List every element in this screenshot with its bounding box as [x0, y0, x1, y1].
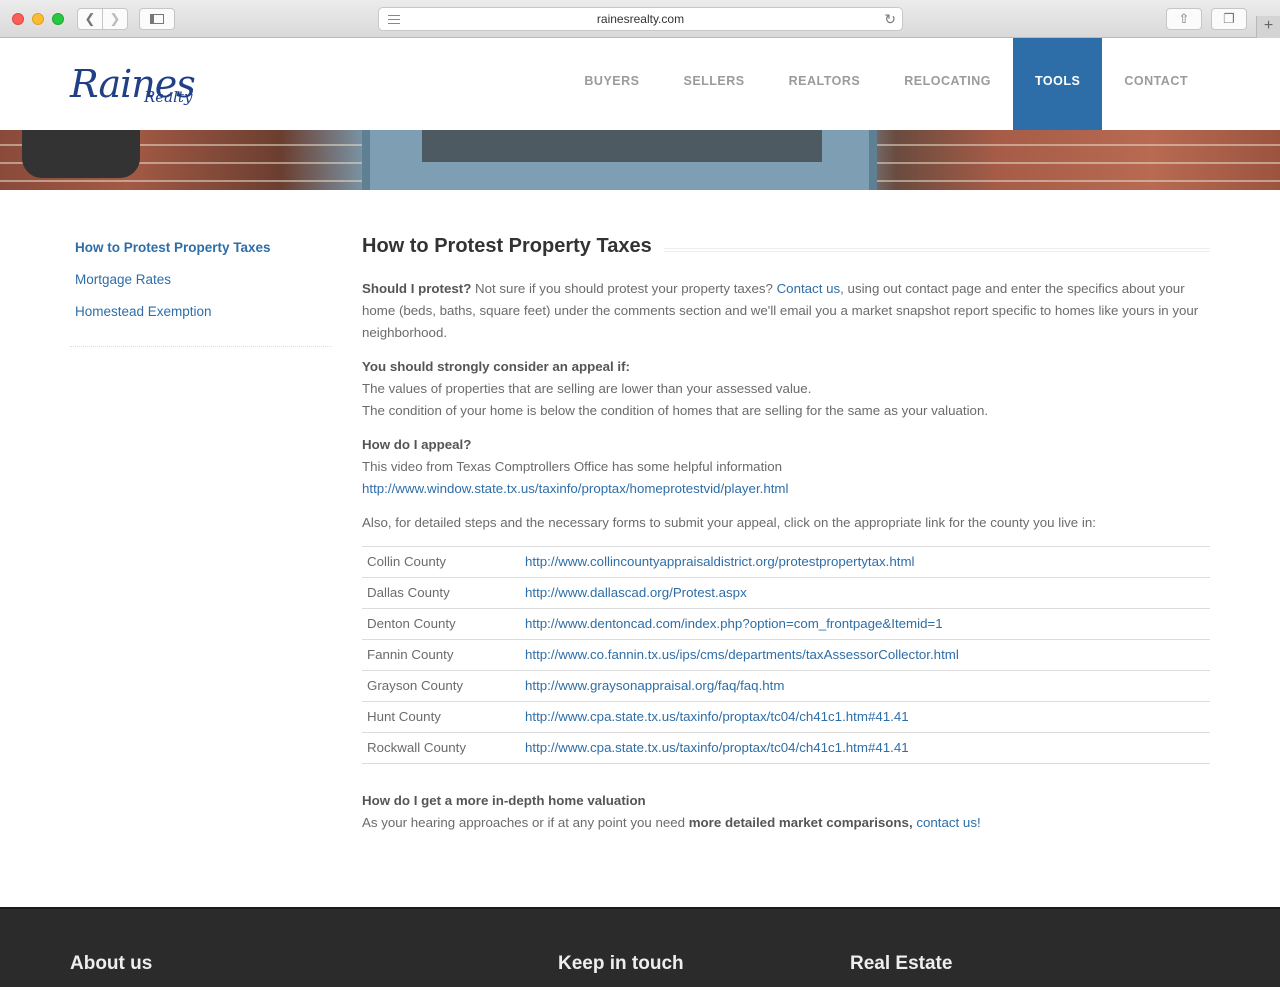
nav-realtors[interactable]: REALTORS — [767, 38, 883, 130]
county-link[interactable]: http://www.collincountyappraisaldistrict… — [525, 547, 1210, 578]
county-name: Dallas County — [367, 585, 450, 600]
share-icon: ⇧ — [1178, 11, 1190, 26]
county-link[interactable]: http://www.graysonappraisal.org/faq/faq.… — [525, 671, 1210, 702]
appeal-lead: You should strongly consider an appeal i… — [362, 359, 630, 374]
chevron-right-icon: ❯ — [109, 11, 121, 26]
how-lead: How do I appeal? — [362, 437, 472, 452]
footer-heading-keep-in-touch: Keep in touch — [558, 953, 684, 974]
table-row: Dallas County http://www.dallascad.org/P… — [362, 577, 1210, 609]
appeal-line-2: The condition of your home is below the … — [362, 403, 989, 418]
county-name: Hunt County — [367, 709, 441, 724]
window-shape — [362, 130, 877, 190]
valuation-paragraph: How do I get a more in-depth home valuat… — [362, 790, 1210, 834]
table-row: Collin County http://www.collincountyapp… — [362, 546, 1210, 578]
reader-icon — [388, 15, 400, 24]
table-row: Denton County http://www.dentoncad.com/i… — [362, 608, 1210, 640]
sidebar-item-protest-property-taxes[interactable]: How to Protest Property Taxes — [70, 232, 332, 264]
nav-buyers[interactable]: BUYERS — [562, 38, 661, 130]
county-link[interactable]: http://www.dentoncad.com/index.php?optio… — [525, 609, 1210, 640]
page-title-text: How to Protest Property Taxes — [362, 235, 652, 257]
url-text: rainesrealty.com — [596, 12, 685, 26]
main-content: How to Protest Property Taxes Should I p… — [362, 232, 1210, 846]
logo-sub-text: Realty — [144, 88, 193, 106]
page-title: How to Protest Property Taxes — [362, 232, 1210, 260]
table-row: Hunt County http://www.cpa.state.tx.us/t… — [362, 701, 1210, 733]
table-row: Fannin County http://www.co.fannin.tx.us… — [362, 639, 1210, 671]
comptroller-video-link[interactable]: http://www.window.state.tx.us/taxinfo/pr… — [362, 481, 788, 496]
appeal-line-1: The values of properties that are sellin… — [362, 381, 812, 396]
county-links-table: Collin County http://www.collincountyapp… — [362, 546, 1210, 764]
plus-icon: + — [1263, 17, 1274, 34]
address-bar[interactable]: rainesrealty.com ↻ — [378, 7, 903, 31]
sidebar-item-mortgage-rates[interactable]: Mortgage Rates — [70, 264, 332, 296]
valuation-bold: more detailed market comparisons, — [688, 815, 913, 830]
county-link[interactable]: http://www.cpa.state.tx.us/taxinfo/propt… — [525, 733, 1210, 764]
valuation-text: As your hearing approaches or if at any … — [362, 815, 689, 830]
zoom-window-button[interactable] — [52, 13, 64, 25]
reload-icon[interactable]: ↻ — [884, 8, 896, 30]
browser-toolbar: ❮ ❯ rainesrealty.com ↻ ⇧ ❐ + — [0, 0, 1280, 38]
site-header: Raines Realty BUYERS SELLERS REALTORS RE… — [0, 38, 1280, 130]
nav-contact[interactable]: CONTACT — [1102, 38, 1210, 130]
main-nav: BUYERS SELLERS REALTORS RELOCATING TOOLS… — [562, 38, 1210, 130]
minimize-window-button[interactable] — [32, 13, 44, 25]
how-line: This video from Texas Comptrollers Offic… — [362, 459, 783, 474]
site-footer: About us Keep in touch Real Estate — [0, 907, 1280, 987]
lamp-shape — [22, 130, 140, 178]
protest-lead: Should I protest? — [362, 281, 472, 296]
nav-tools[interactable]: TOOLS — [1012, 38, 1103, 130]
valuation-lead: How do I get a more in-depth home valuat… — [362, 793, 646, 808]
title-rule — [663, 246, 1210, 252]
county-name: Collin County — [367, 554, 447, 569]
close-window-button[interactable] — [12, 13, 24, 25]
nav-sellers[interactable]: SELLERS — [661, 38, 766, 130]
appeal-paragraph: You should strongly consider an appeal i… — [362, 356, 1210, 422]
county-link[interactable]: http://www.cpa.state.tx.us/taxinfo/propt… — [525, 702, 1210, 733]
footer-heading-about: About us — [70, 953, 153, 974]
protest-paragraph: Should I protest? Not sure if you should… — [362, 278, 1210, 344]
sidebar-item-homestead-exemption[interactable]: Homestead Exemption — [70, 296, 332, 328]
header-banner-image — [0, 130, 1280, 190]
sidebar-divider — [70, 346, 332, 347]
sidebar-toggle-button[interactable] — [139, 8, 175, 30]
table-row: Rockwall County http://www.cpa.state.tx.… — [362, 732, 1210, 764]
county-name: Fannin County — [367, 647, 454, 662]
forward-button[interactable]: ❯ — [102, 8, 128, 30]
protest-text-1: Not sure if you should protest your prop… — [471, 281, 777, 296]
footer-heading-real-estate: Real Estate — [850, 953, 953, 974]
share-button[interactable]: ⇧ — [1166, 8, 1202, 30]
nav-relocating[interactable]: RELOCATING — [882, 38, 1013, 130]
county-name: Rockwall County — [367, 740, 467, 755]
county-name: Grayson County — [367, 678, 464, 693]
chevron-left-icon: ❮ — [84, 11, 96, 26]
contact-us-link[interactable]: Contact us — [777, 281, 841, 296]
how-paragraph: How do I appeal? This video from Texas C… — [362, 434, 1210, 500]
county-link[interactable]: http://www.dallascad.org/Protest.aspx — [525, 578, 1210, 609]
tabs-icon: ❐ — [1223, 11, 1235, 26]
table-row: Grayson County http://www.graysonapprais… — [362, 670, 1210, 702]
county-name: Denton County — [367, 616, 456, 631]
contact-us-link-bottom[interactable]: contact us! — [916, 815, 980, 830]
county-link[interactable]: http://www.co.fannin.tx.us/ips/cms/depar… — [525, 640, 1210, 671]
raines-realty-logo[interactable]: Raines Realty — [70, 62, 210, 112]
sidebar: How to Protest Property Taxes Mortgage R… — [70, 232, 332, 347]
sidebar-icon — [150, 14, 164, 24]
also-paragraph: Also, for detailed steps and the necessa… — [362, 515, 1096, 530]
tabs-overview-button[interactable]: ❐ — [1211, 8, 1247, 30]
back-button[interactable]: ❮ — [77, 8, 103, 30]
new-tab-button[interactable]: + — [1256, 16, 1280, 38]
